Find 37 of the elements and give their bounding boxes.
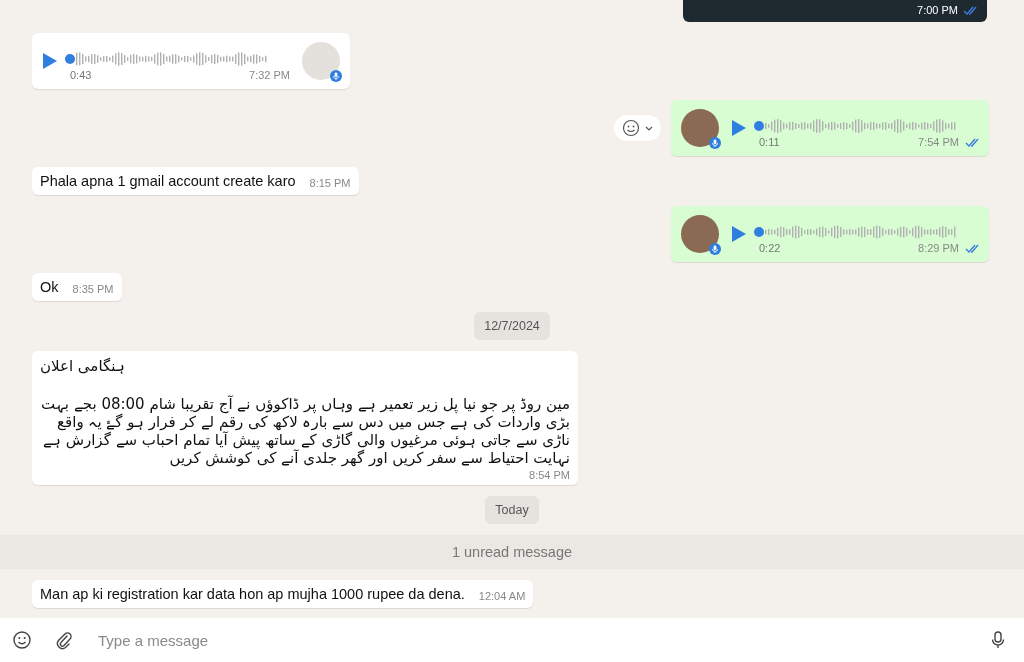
- message-text: مین روڈ پر جو نیا پل زیر تعمیر ہے وہاں پر ڈاکوؤں نے آج تقریبا شام 08:00 بجے بہت بڑی واردات کی ہے جس میں دس سے بارہ لاکھ کی رقم لے کر فرار ہو گۓ یہ واقع ناڑی سے جاتی ہوئی مرغیوں والی گاڑی کے ساتھ پیش آیا تمام احباب سے گزارش ہے نہایت احتیاط سے سفر کریں اور گھر جلدی آنے کی کوشش کریں: [40, 395, 570, 467]
- timestamp: 8:29 PM: [918, 242, 959, 254]
- play-icon[interactable]: [731, 225, 747, 243]
- duration: 0:11: [759, 136, 780, 148]
- chevron-down-icon: [645, 125, 653, 131]
- timestamp: 8:15 PM: [309, 177, 351, 189]
- emoji-icon: [622, 119, 640, 137]
- timestamp: 8:35 PM: [72, 283, 114, 295]
- timestamp: 7:32 PM: [249, 69, 290, 81]
- duration: 0:22: [759, 242, 781, 254]
- reaction-button[interactable]: [614, 115, 661, 141]
- avatar: [681, 215, 719, 253]
- microphone-badge-icon: [709, 243, 721, 255]
- timestamp: 8:54 PM: [529, 469, 570, 481]
- timestamp: 7:00 PM: [917, 4, 958, 16]
- avatar: [681, 109, 719, 147]
- message-text: Phala apna 1 gmail account create karo: [40, 173, 296, 189]
- timestamp: 12:04 AM: [478, 590, 526, 602]
- message-text: Ok: [40, 279, 59, 295]
- progress-dot[interactable]: [65, 54, 75, 64]
- emoji-icon[interactable]: [12, 630, 32, 650]
- play-icon[interactable]: [42, 52, 58, 70]
- date-chip: Today: [485, 496, 539, 524]
- video-thumbnail[interactable]: 7:00 PM: [683, 0, 987, 22]
- progress-dot[interactable]: [754, 121, 764, 131]
- microphone-badge-icon: [330, 70, 342, 82]
- avatar: [302, 42, 340, 80]
- unread-label: 1 unread message: [451, 544, 573, 560]
- date-chip: 12/7/2024: [474, 312, 550, 340]
- progress-dot[interactable]: [754, 227, 764, 237]
- timestamp: 7:54 PM: [918, 136, 959, 148]
- microphone-badge-icon: [709, 137, 721, 149]
- message-text: Man ap ki registration kar data hon ap mujha 1000 rupee da dena.: [40, 586, 465, 602]
- duration: 0:43: [70, 69, 92, 81]
- play-icon[interactable]: [731, 119, 747, 137]
- message-title: ہنگامی اعلان: [40, 357, 126, 375]
- paperclip-icon[interactable]: [54, 630, 74, 650]
